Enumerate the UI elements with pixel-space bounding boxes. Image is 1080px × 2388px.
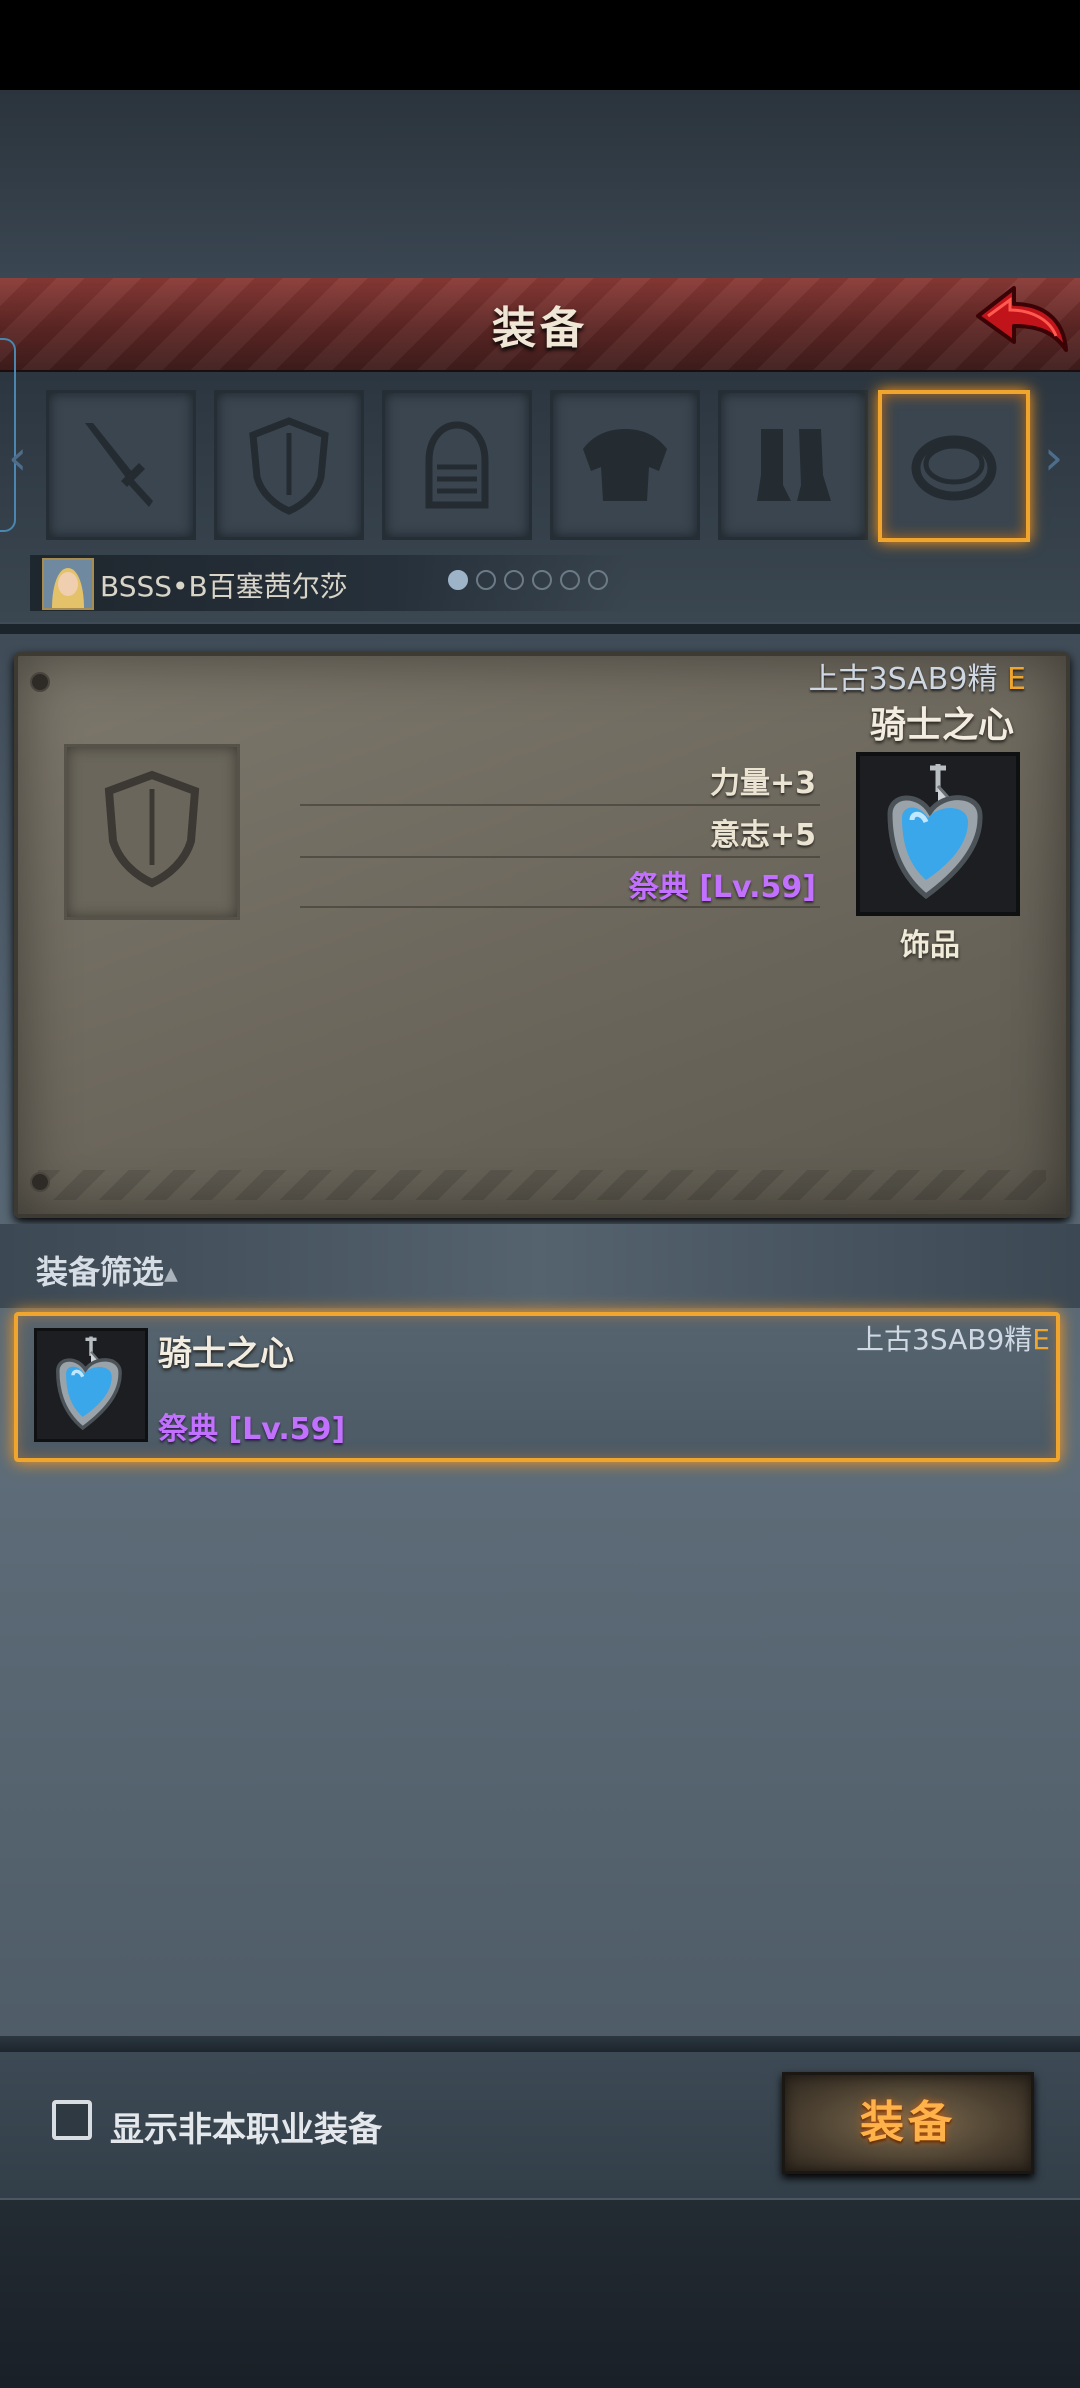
page-dot[interactable] xyxy=(560,570,580,590)
equip-button-label: 装备 xyxy=(860,2097,956,2148)
stat-divider xyxy=(300,906,820,908)
grade-suffix: E xyxy=(1007,662,1026,697)
page-dot[interactable] xyxy=(532,570,552,590)
back-button[interactable] xyxy=(968,280,1072,360)
page-dot[interactable] xyxy=(476,570,496,590)
shield-icon xyxy=(249,417,329,515)
bottom-separator xyxy=(0,2036,1080,2052)
equipped-slot-empty xyxy=(64,744,240,920)
background-lower xyxy=(0,2200,1080,2388)
page-dot[interactable] xyxy=(504,570,524,590)
chevron-left-icon[interactable]: ‹ xyxy=(8,430,27,486)
triangle-up-icon: ▲ xyxy=(164,1263,178,1285)
page-indicator xyxy=(448,570,608,590)
page-dot[interactable] xyxy=(448,570,468,590)
stat-strength: 力量+3 xyxy=(709,766,816,801)
nail-icon xyxy=(30,672,50,692)
grade-prefix: 上古3SAB9精 xyxy=(808,662,998,697)
page-title: 装备 xyxy=(492,303,588,354)
slot-shield[interactable] xyxy=(214,390,364,540)
portrait-icon xyxy=(44,560,92,608)
chevron-right-icon[interactable]: › xyxy=(1044,430,1063,486)
stat-will: 意志+5 xyxy=(709,818,816,853)
list-item-name: 骑士之心 xyxy=(158,1334,294,1374)
item-icon xyxy=(856,752,1020,916)
item-grade: 上古3SAB9精 E xyxy=(809,654,1026,698)
list-item-icon xyxy=(34,1328,148,1442)
hero-name: BSSS•B百塞茜尔莎 xyxy=(100,570,348,603)
item-type: 饰品 xyxy=(900,928,960,963)
sword-icon xyxy=(85,423,153,507)
item-set: 祭典 [Lv.59] xyxy=(628,870,816,905)
heart-pendant-icon xyxy=(860,756,1016,912)
list-item-set: 祭典 [Lv.59] xyxy=(158,1412,346,1447)
shield-icon xyxy=(104,770,200,888)
slot-ring[interactable] xyxy=(878,390,1030,542)
show-other-class-label[interactable]: 显示非本职业装备 xyxy=(110,2102,382,2151)
grade-suffix: E xyxy=(1032,1323,1050,1356)
filter-label: 装备筛选 xyxy=(36,1253,165,1291)
equip-button[interactable]: 装备 xyxy=(782,2072,1034,2174)
boots-icon xyxy=(757,429,831,501)
ring-icon xyxy=(911,435,997,501)
equipment-filter[interactable]: 装备筛选▲ xyxy=(36,1247,178,1293)
slot-boots[interactable] xyxy=(718,390,868,540)
heart-pendant-icon xyxy=(37,1331,145,1439)
status-bar xyxy=(0,0,1080,90)
background-upper xyxy=(0,90,1080,280)
nail-icon xyxy=(30,1172,50,1192)
armor-icon xyxy=(583,429,667,501)
page-dot[interactable] xyxy=(588,570,608,590)
divider xyxy=(0,624,1080,634)
item-name: 骑士之心 xyxy=(869,705,1014,746)
slot-weapon[interactable] xyxy=(46,390,196,540)
stat-divider xyxy=(300,856,820,858)
slot-helmet[interactable] xyxy=(382,390,532,540)
slot-armor[interactable] xyxy=(550,390,700,540)
show-other-class-checkbox[interactable] xyxy=(52,2100,92,2140)
grade-prefix: 上古3SAB9精 xyxy=(856,1323,1033,1356)
helmet-icon xyxy=(425,421,489,509)
stat-divider xyxy=(300,804,820,806)
list-item-grade: 上古3SAB9精E xyxy=(856,1318,1050,1358)
hero-avatar[interactable] xyxy=(42,558,94,610)
back-arrow-icon xyxy=(976,286,1068,352)
